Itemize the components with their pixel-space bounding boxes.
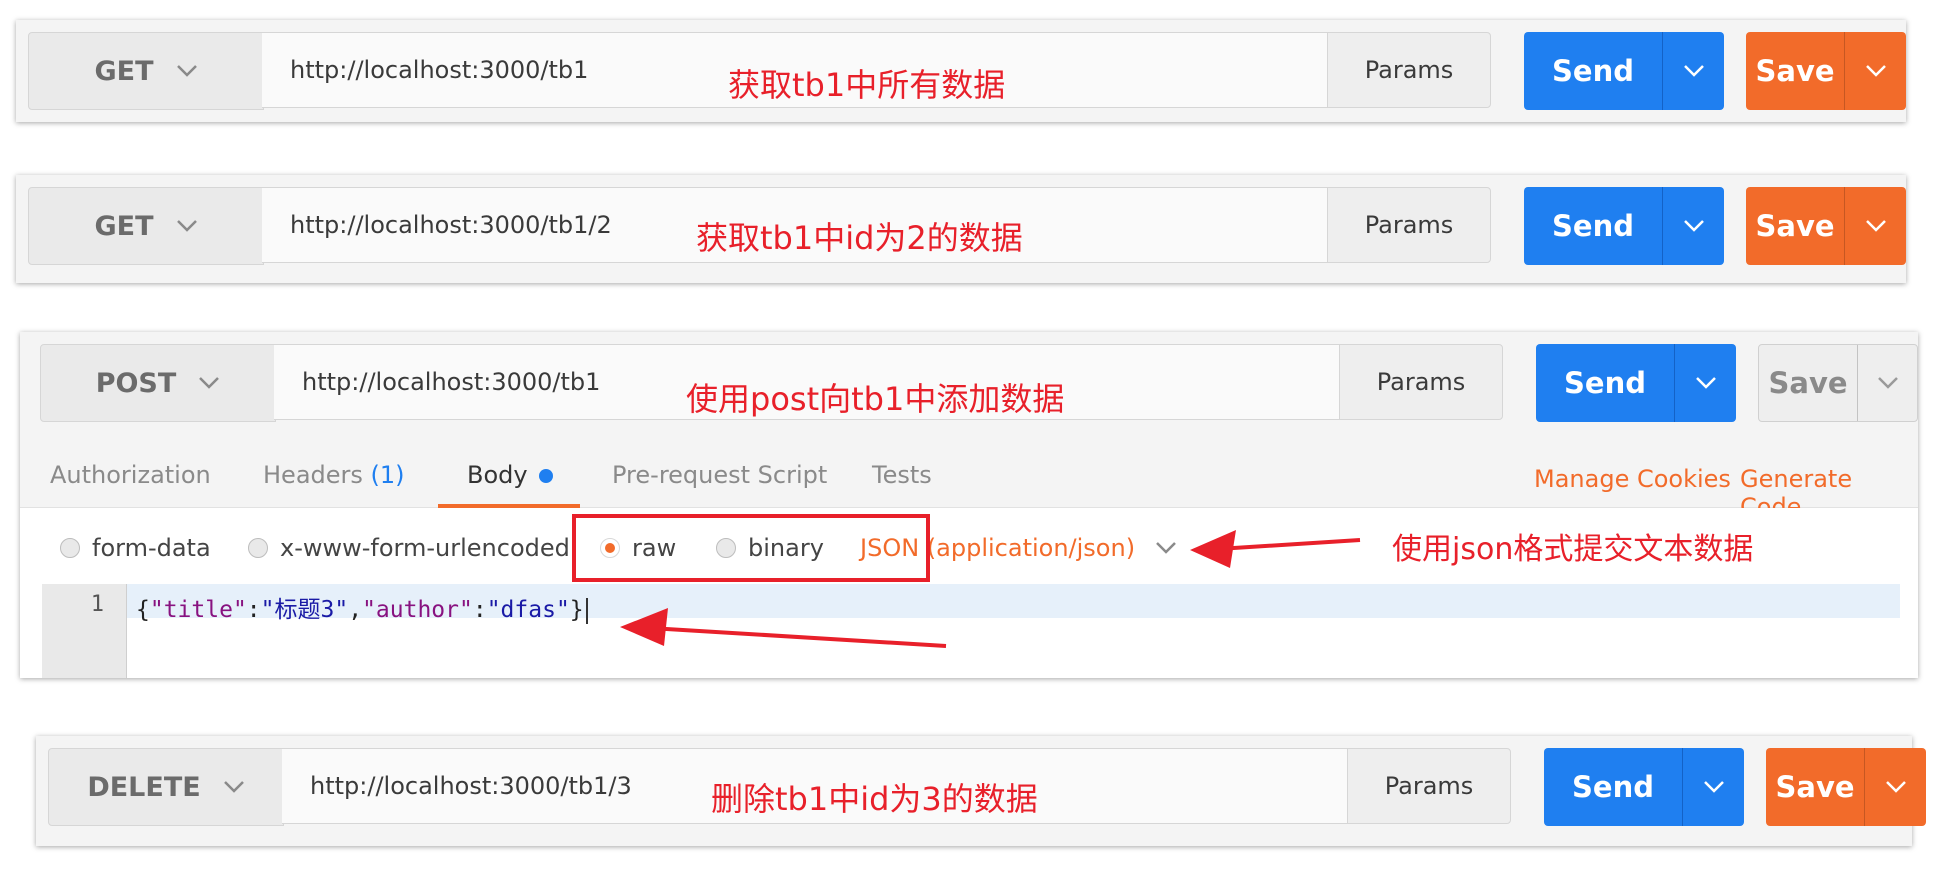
tab-body-label: Body	[467, 461, 528, 489]
send-button[interactable]: Send	[1524, 187, 1724, 265]
send-label: Send	[1552, 54, 1634, 88]
send-label: Send	[1552, 209, 1634, 243]
code-token: ,	[348, 597, 363, 623]
send-button[interactable]: Send	[1524, 32, 1724, 110]
save-dropdown[interactable]	[1857, 345, 1917, 421]
params-label: Params	[1384, 772, 1474, 800]
request-panel-get-all: GET http://localhost:3000/tb1 Params Sen…	[16, 20, 1906, 122]
code-token: "标题3"	[260, 597, 349, 623]
method-select[interactable]: GET	[28, 32, 264, 110]
send-dropdown[interactable]	[1662, 187, 1724, 265]
tab-headers-label: Headers	[263, 461, 363, 489]
text-cursor	[585, 597, 588, 624]
radio-form-data[interactable]: form-data	[60, 534, 211, 562]
highlight-box	[572, 514, 930, 582]
save-label: Save	[1768, 366, 1848, 400]
method-label: GET	[94, 55, 154, 87]
request-panel-post: POST http://localhost:3000/tb1 Params Se…	[20, 332, 1918, 678]
chevron-down-icon	[199, 377, 220, 389]
code-token: "dfas"	[486, 597, 570, 623]
radio-label: x-www-form-urlencoded	[280, 534, 570, 562]
annotation-text: 获取tb1中id为2的数据	[696, 219, 1023, 257]
annotation-text: 使用post向tb1中添加数据	[686, 380, 1065, 418]
save-label: Save	[1775, 770, 1855, 804]
tab-tests[interactable]: Tests	[872, 461, 932, 489]
url-text: http://localhost:3000/tb1/3	[310, 772, 632, 800]
send-button[interactable]: Send	[1544, 748, 1744, 826]
code-editor[interactable]: 1 {"title":"标题3","author":"dfas"}	[20, 584, 1918, 678]
tab-headers-count: (1)	[370, 461, 405, 489]
radio-urlencoded[interactable]: x-www-form-urlencoded	[248, 534, 570, 562]
method-select[interactable]: DELETE	[48, 748, 284, 826]
line-number: 1	[90, 592, 104, 617]
save-button[interactable]: Save	[1758, 344, 1918, 422]
tab-pre-request-script[interactable]: Pre-request Script	[612, 461, 827, 489]
save-dropdown[interactable]	[1864, 748, 1926, 826]
chevron-down-icon	[1156, 542, 1176, 554]
chevron-down-icon	[1695, 377, 1716, 389]
save-button[interactable]: Save	[1746, 187, 1906, 265]
send-button[interactable]: Send	[1536, 344, 1736, 422]
save-label: Save	[1755, 54, 1835, 88]
dot-icon	[539, 469, 554, 483]
save-dropdown[interactable]	[1844, 187, 1906, 265]
method-label: GET	[94, 210, 154, 242]
chevron-down-icon	[223, 781, 244, 793]
url-text: http://localhost:3000/tb1/2	[290, 211, 612, 239]
method-label: DELETE	[87, 771, 201, 803]
method-select[interactable]: POST	[40, 344, 276, 422]
chevron-down-icon	[176, 65, 197, 77]
send-label: Send	[1572, 770, 1654, 804]
save-button[interactable]: Save	[1766, 748, 1926, 826]
body-annotation-text: 使用json格式提交文本数据	[1392, 532, 1754, 567]
annotation-text: 获取tb1中所有数据	[728, 66, 1006, 104]
chevron-down-icon	[176, 220, 197, 232]
params-label: Params	[1364, 211, 1454, 239]
request-panel-get-by-id: GET http://localhost:3000/tb1/2 Params S…	[16, 175, 1906, 283]
tab-authorization[interactable]: Authorization	[50, 461, 211, 489]
send-dropdown[interactable]	[1674, 344, 1736, 422]
method-label: POST	[95, 367, 177, 399]
save-button[interactable]: Save	[1746, 32, 1906, 110]
tab-body[interactable]: Body	[467, 461, 554, 489]
url-text: http://localhost:3000/tb1	[290, 56, 589, 84]
radio-label: form-data	[92, 534, 211, 562]
chevron-down-icon	[1865, 220, 1886, 232]
send-dropdown[interactable]	[1662, 32, 1724, 110]
chevron-down-icon	[1683, 220, 1704, 232]
request-panel-delete: DELETE http://localhost:3000/tb1/3 Param…	[36, 736, 1926, 846]
chevron-down-icon	[1877, 377, 1898, 389]
params-button[interactable]: Params	[1327, 32, 1491, 108]
radio-circle[interactable]	[60, 538, 80, 558]
params-button[interactable]: Params	[1339, 344, 1503, 420]
code-token: }	[569, 597, 584, 623]
params-label: Params	[1364, 56, 1454, 84]
send-dropdown[interactable]	[1682, 748, 1744, 826]
params-button[interactable]: Params	[1347, 748, 1511, 824]
manage-cookies-link[interactable]: Manage Cookies	[1534, 465, 1731, 493]
params-button[interactable]: Params	[1327, 187, 1491, 263]
chevron-down-icon	[1885, 781, 1906, 793]
chevron-down-icon	[1703, 781, 1724, 793]
url-text: http://localhost:3000/tb1	[302, 368, 601, 396]
tab-headers[interactable]: Headers (1)	[263, 461, 405, 489]
code-token: "title"	[149, 597, 247, 623]
chevron-down-icon	[1865, 65, 1886, 77]
save-label: Save	[1755, 209, 1835, 243]
params-label: Params	[1376, 368, 1466, 396]
send-label: Send	[1564, 366, 1646, 400]
annotation-text: 删除tb1中id为3的数据	[711, 780, 1038, 818]
code-token: "author"	[362, 597, 473, 623]
code-token: :	[472, 597, 487, 623]
save-dropdown[interactable]	[1844, 32, 1906, 110]
request-tabs: Authorization Headers (1) Body Pre-reque…	[20, 447, 1918, 521]
radio-circle[interactable]	[248, 538, 268, 558]
code-line[interactable]: {"title":"标题3","author":"dfas"}	[136, 590, 588, 624]
chevron-down-icon	[1683, 65, 1704, 77]
code-token: {	[136, 597, 150, 623]
body-mode-row: form-data x-www-form-urlencoded raw bina…	[20, 508, 1918, 584]
code-token: :	[246, 597, 261, 623]
method-select[interactable]: GET	[28, 187, 264, 265]
